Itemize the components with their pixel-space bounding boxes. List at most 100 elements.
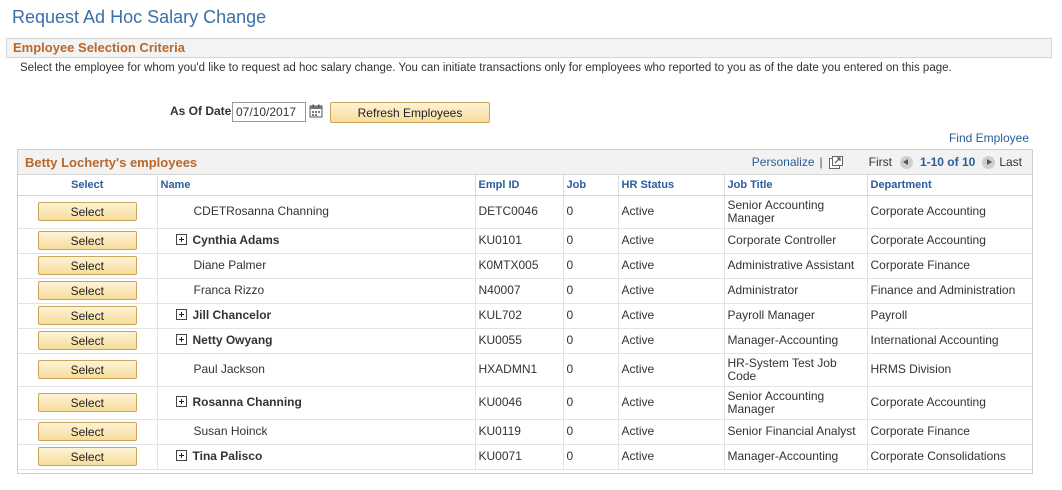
- job-number: 0: [562, 353, 618, 387]
- personalize-link[interactable]: Personalize: [752, 155, 815, 169]
- job-number: 0: [562, 303, 618, 329]
- department: International Accounting: [866, 328, 1032, 354]
- employee-name-cell: Paul Jackson: [156, 353, 475, 387]
- hr-status: Active: [617, 353, 724, 387]
- department: Corporate Consolidations: [866, 444, 1032, 470]
- select-cell: Select: [18, 328, 157, 354]
- job-title: Senior Financial Analyst: [723, 419, 867, 445]
- select-employee-button[interactable]: Select: [37, 306, 137, 325]
- column-header-job[interactable]: Job: [562, 175, 618, 196]
- find-employee-link[interactable]: Find Employee: [949, 131, 1029, 145]
- employee-name-cell: Franca Rizzo: [156, 278, 475, 304]
- employee-id: HXADMN1: [474, 353, 563, 387]
- job-number: 0: [562, 278, 618, 304]
- previous-page-icon[interactable]: [899, 155, 913, 169]
- section-header: Employee Selection Criteria: [6, 38, 1052, 58]
- hr-status: Active: [617, 228, 724, 254]
- table-row: Select Diane Palmer K0MTX005 0 Active Adminis…: [18, 253, 1032, 279]
- employee-id: N40007: [474, 278, 563, 304]
- employee-name: Netty Owyang: [192, 333, 273, 347]
- last-page-link[interactable]: Last: [999, 155, 1022, 169]
- hr-status: Active: [617, 195, 724, 229]
- grid-navigation: Personalize | First 1-10 of 10 Last: [752, 155, 1022, 169]
- select-employee-button[interactable]: Select: [37, 331, 137, 350]
- employee-name: Rosanna Channing: [192, 395, 302, 409]
- hr-status: Active: [617, 303, 724, 329]
- table-row: Select Paul Jackson HXADMN1 0 Active HR-Syste…: [18, 353, 1032, 387]
- employee-name-cell: Tina Palisco: [156, 444, 475, 470]
- view-all-icon[interactable]: [828, 155, 843, 169]
- job-title: Payroll Manager: [723, 303, 867, 329]
- column-header-select[interactable]: Select: [18, 175, 157, 196]
- employee-name: Susan Hoinck: [193, 424, 268, 438]
- expand-plus-icon[interactable]: [175, 234, 187, 245]
- select-cell: Select: [18, 278, 157, 304]
- refresh-employees-button[interactable]: Refresh Employees: [330, 102, 490, 123]
- expand-plus-icon[interactable]: [175, 309, 187, 320]
- expand-plus-icon[interactable]: [175, 396, 187, 407]
- hr-status: Active: [617, 328, 724, 354]
- employee-id: KU0046: [474, 386, 563, 420]
- select-cell: Select: [18, 444, 157, 470]
- column-header-department[interactable]: Department: [866, 175, 1032, 196]
- next-page-icon[interactable]: [982, 155, 996, 169]
- calendar-icon[interactable]: [309, 104, 323, 118]
- job-title: HR-System Test Job Code: [723, 353, 867, 387]
- column-header-hr-status[interactable]: HR Status: [617, 175, 724, 196]
- as-of-date-label: As Of Date: [170, 104, 232, 118]
- expand-plus-icon[interactable]: [175, 334, 187, 345]
- select-employee-button[interactable]: Select: [37, 231, 137, 250]
- job-title: Administrator: [723, 278, 867, 304]
- employee-id: KU0071: [474, 444, 563, 470]
- employee-name: Diane Palmer: [193, 258, 267, 272]
- employee-name: Jill Chancelor: [192, 308, 272, 322]
- separator: |: [819, 155, 823, 169]
- department: Finance and Administration: [866, 278, 1032, 304]
- table-row: Select Rosanna Channing KU0046 0 Active Senio…: [18, 386, 1032, 420]
- select-employee-button[interactable]: Select: [37, 447, 137, 466]
- table-row: Select Netty Owyang KU0055 0 Active Manager-A…: [18, 328, 1032, 354]
- employees-grid: Betty Locherty's employees Personalize |…: [17, 149, 1033, 474]
- select-employee-button[interactable]: Select: [37, 393, 137, 412]
- select-cell: Select: [18, 353, 157, 387]
- as-of-date-input[interactable]: [232, 102, 306, 122]
- hr-status: Active: [617, 444, 724, 470]
- employee-name-cell: CDETRosanna Channing: [156, 195, 475, 229]
- department: Corporate Accounting: [866, 228, 1032, 254]
- select-employee-button[interactable]: Select: [37, 256, 137, 275]
- first-page-link[interactable]: First: [869, 155, 892, 169]
- job-number: 0: [562, 328, 618, 354]
- employee-name-cell: Netty Owyang: [156, 328, 475, 354]
- table-row: Select Jill Chancelor KUL702 0 Active Payroll…: [18, 303, 1032, 329]
- expand-plus-icon[interactable]: [175, 450, 187, 461]
- employee-name-cell: Jill Chancelor: [156, 303, 475, 329]
- select-employee-button[interactable]: Select: [37, 202, 137, 221]
- column-header-empl-id[interactable]: Empl ID: [474, 175, 563, 196]
- department: Corporate Finance: [866, 419, 1032, 445]
- job-number: 0: [562, 386, 618, 420]
- employee-id: KU0055: [474, 328, 563, 354]
- employee-name-cell: Rosanna Channing: [156, 386, 475, 420]
- select-employee-button[interactable]: Select: [37, 422, 137, 441]
- employee-name-cell: Cynthia Adams: [156, 228, 475, 254]
- employee-id: K0MTX005: [474, 253, 563, 279]
- column-header-name[interactable]: Name: [156, 175, 475, 196]
- column-header-job-title[interactable]: Job Title: [723, 175, 867, 196]
- hr-status: Active: [617, 253, 724, 279]
- table-header-row: Select Name Empl ID Job HR Status Job Ti…: [18, 175, 1032, 196]
- employee-name: Franca Rizzo: [193, 283, 265, 297]
- job-title: Senior Accounting Manager: [723, 386, 867, 420]
- select-employee-button[interactable]: Select: [37, 281, 137, 300]
- employee-id: KU0119: [474, 419, 563, 445]
- select-employee-button[interactable]: Select: [37, 360, 137, 379]
- employee-id: KUL702: [474, 303, 563, 329]
- job-number: 0: [562, 228, 618, 254]
- employee-name: Cynthia Adams: [192, 233, 280, 247]
- grid-title: Betty Locherty's employees: [25, 155, 198, 170]
- select-cell: Select: [18, 419, 157, 445]
- department: Corporate Finance: [866, 253, 1032, 279]
- table-row: Select Susan Hoinck KU0119 0 Active Senior Fi…: [18, 419, 1032, 445]
- hr-status: Active: [617, 386, 724, 420]
- table-row: Select CDETRosanna Channing DETC0046 0 Activ…: [18, 195, 1032, 229]
- job-number: 0: [562, 253, 618, 279]
